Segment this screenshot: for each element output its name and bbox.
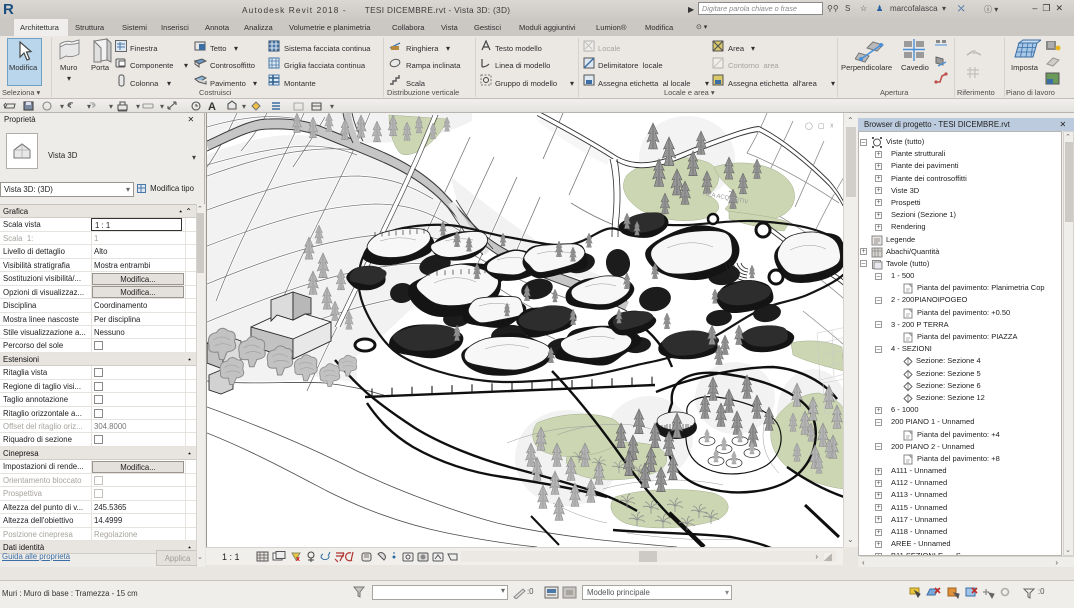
svg-text:x: x	[296, 556, 300, 563]
svg-text:▾: ▾	[109, 102, 113, 111]
svg-text:▾: ▾	[87, 102, 91, 111]
svg-text:☓: ☓	[830, 123, 834, 130]
svg-text:▾: ▾	[242, 102, 246, 111]
svg-text:▾: ▾	[330, 102, 334, 111]
svg-text:▾: ▾	[60, 102, 64, 111]
svg-text:▢: ▢	[818, 123, 825, 130]
svg-text:▾: ▾	[136, 102, 140, 111]
svg-text:◯: ◯	[805, 122, 813, 130]
svg-text:A: A	[208, 101, 216, 113]
svg-text:▾: ▾	[160, 102, 164, 111]
